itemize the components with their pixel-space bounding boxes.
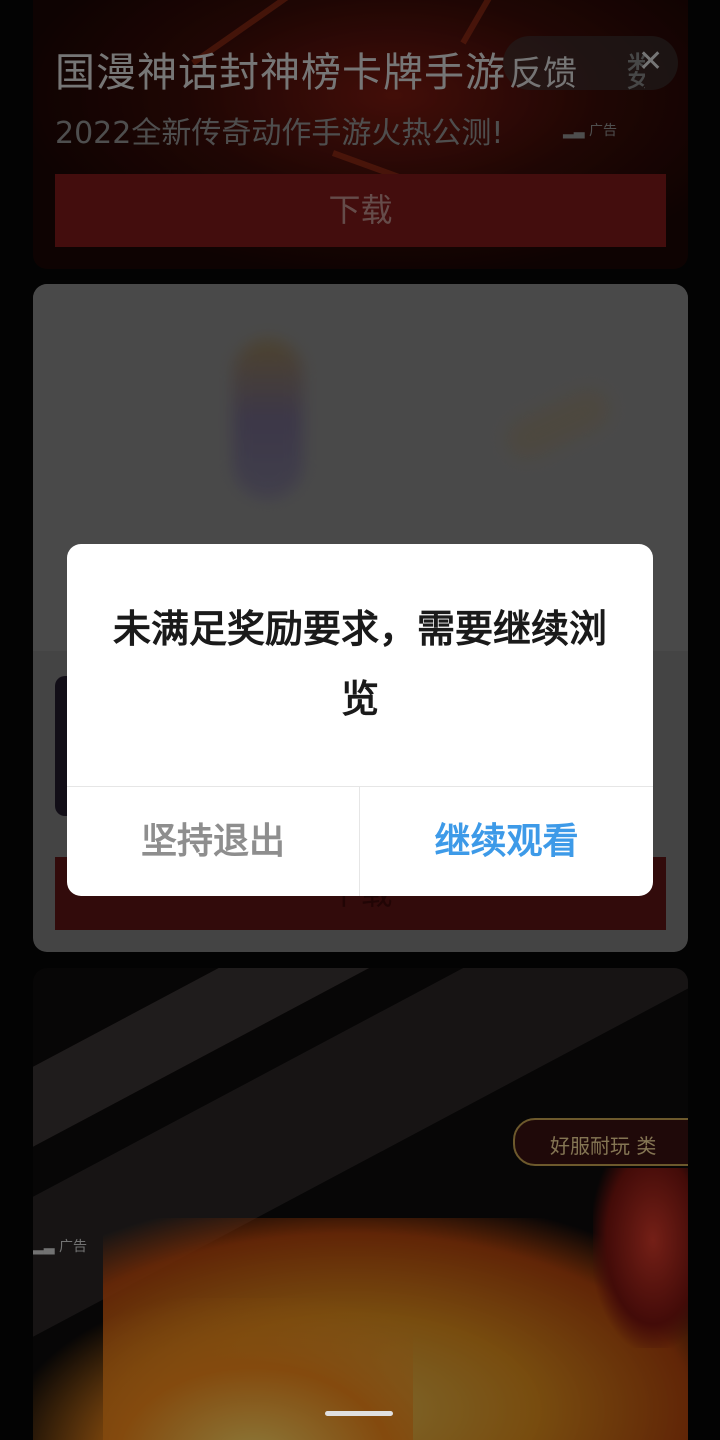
continue-button[interactable]: 继续观看 <box>360 787 653 896</box>
home-indicator[interactable] <box>325 1411 393 1416</box>
quit-button[interactable]: 坚持退出 <box>67 787 359 896</box>
reward-dialog: 未满足奖励要求，需要继续浏览 坚持退出 继续观看 <box>67 544 653 896</box>
dialog-message: 未满足奖励要求，需要继续浏览 <box>112 607 607 721</box>
